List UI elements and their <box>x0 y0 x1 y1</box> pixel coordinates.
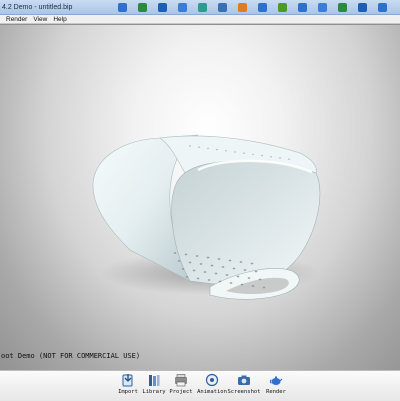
rim-perforation-dot <box>269 156 273 158</box>
perforation-dot <box>247 277 251 279</box>
toolbar-icon-7[interactable] <box>232 1 252 13</box>
rim-perforation-dot <box>251 153 255 156</box>
perforation-dot <box>232 267 236 270</box>
rim-perforation-dot <box>233 151 237 153</box>
toolbar-icon-1[interactable] <box>112 1 132 13</box>
screenshot-button[interactable]: Screenshot <box>227 373 261 395</box>
library-icon <box>149 375 160 386</box>
perforation-dot <box>173 252 177 254</box>
library-label: Library <box>142 389 166 395</box>
bottom-toolbar: Import Library Project Animation Screens… <box>0 370 400 401</box>
toolbar-icon-11[interactable] <box>312 1 332 13</box>
perforation-dot <box>258 278 262 281</box>
animation-button[interactable]: Animation <box>197 373 227 395</box>
perforation-dot <box>181 268 185 270</box>
perforation-dot <box>177 260 181 262</box>
rim-perforation-dot <box>215 148 219 151</box>
perforation-dot <box>221 266 225 268</box>
rim-perforation-dot <box>206 147 210 150</box>
perforation-dot <box>239 261 243 263</box>
project-button[interactable]: Project <box>167 373 195 395</box>
library-button[interactable]: Library <box>140 373 168 395</box>
import-button[interactable]: Import <box>114 373 142 395</box>
toolbar-icon-14[interactable] <box>372 1 392 13</box>
render-label: Render <box>266 389 286 395</box>
watermark-text: oot Demo (NOT FOR COMMERCIAL USE) <box>1 352 141 360</box>
perforation-dot <box>262 286 266 289</box>
toolbar-icon-13[interactable] <box>352 1 372 13</box>
perforation-dot <box>217 258 221 260</box>
3d-model <box>92 134 321 300</box>
animation-label: Animation <box>197 389 227 395</box>
perforation-dot <box>240 283 244 286</box>
toolbar-icon-12[interactable] <box>332 1 352 13</box>
toolbar-icon-2[interactable] <box>132 1 152 13</box>
window-title: 4.2 Demo - untitled.bip <box>2 3 73 11</box>
perforation-dot <box>214 272 218 275</box>
title-bar: 4.2 Demo - untitled.bip <box>0 0 400 15</box>
toolbar-icon-9[interactable] <box>272 1 292 13</box>
perforation-dot <box>243 269 247 271</box>
menu-bar: Render View Help <box>0 15 400 24</box>
perforation-dot <box>203 271 207 273</box>
perforation-dot <box>236 275 240 278</box>
top-toolbar <box>112 1 392 13</box>
rim-perforation-dot <box>197 146 201 148</box>
perforation-dot <box>225 274 229 276</box>
screenshot-label: Screenshot <box>227 389 261 395</box>
perforation-dot <box>196 277 200 280</box>
rim-perforation-dot <box>260 154 264 157</box>
toolbar-icon-4[interactable] <box>172 1 192 13</box>
perforation-dot <box>206 256 210 259</box>
project-label: Project <box>169 389 193 395</box>
menu-help[interactable]: Help <box>53 16 66 23</box>
rim-perforation-dot <box>287 158 291 160</box>
perforation-dot <box>192 269 196 272</box>
rim-perforation-dot <box>242 152 246 154</box>
perforation-dot <box>218 280 222 283</box>
perforation-dot <box>185 276 189 278</box>
perforation-dot <box>199 263 203 265</box>
perforation-dot <box>195 255 199 257</box>
perforation-dot <box>250 262 254 265</box>
animation-icon <box>205 373 219 387</box>
render-viewport[interactable]: oot Demo (NOT FOR COMMERCIAL USE) <box>0 25 400 370</box>
rim-perforation-dot <box>278 157 282 159</box>
toolbar-icon-3[interactable] <box>152 1 172 13</box>
perforation-dot <box>210 264 214 267</box>
menu-render[interactable]: Render <box>6 16 27 23</box>
perforation-dot <box>229 282 233 284</box>
menu-view[interactable]: View <box>33 16 47 23</box>
rim-perforation-dot <box>188 145 192 147</box>
import-label: Import <box>118 389 138 395</box>
teapot-icon <box>269 376 283 385</box>
rim-perforation-dot <box>224 150 228 152</box>
toolbar-icon-5[interactable] <box>192 1 212 13</box>
perforation-dot <box>251 285 255 287</box>
toolbar-icon-10[interactable] <box>292 1 312 13</box>
perforation-dot <box>207 279 211 281</box>
perforation-dot <box>188 261 192 264</box>
render-button[interactable]: Render <box>262 373 290 395</box>
toolbar-icon-8[interactable] <box>252 1 272 13</box>
import-icon <box>122 374 133 387</box>
screenshot-icon <box>238 375 250 385</box>
perforation-dot <box>254 270 258 273</box>
perforation-dot <box>228 259 232 262</box>
toolbar-icon-6[interactable] <box>212 1 232 13</box>
project-icon <box>175 374 187 387</box>
perforation-dot <box>184 253 188 256</box>
